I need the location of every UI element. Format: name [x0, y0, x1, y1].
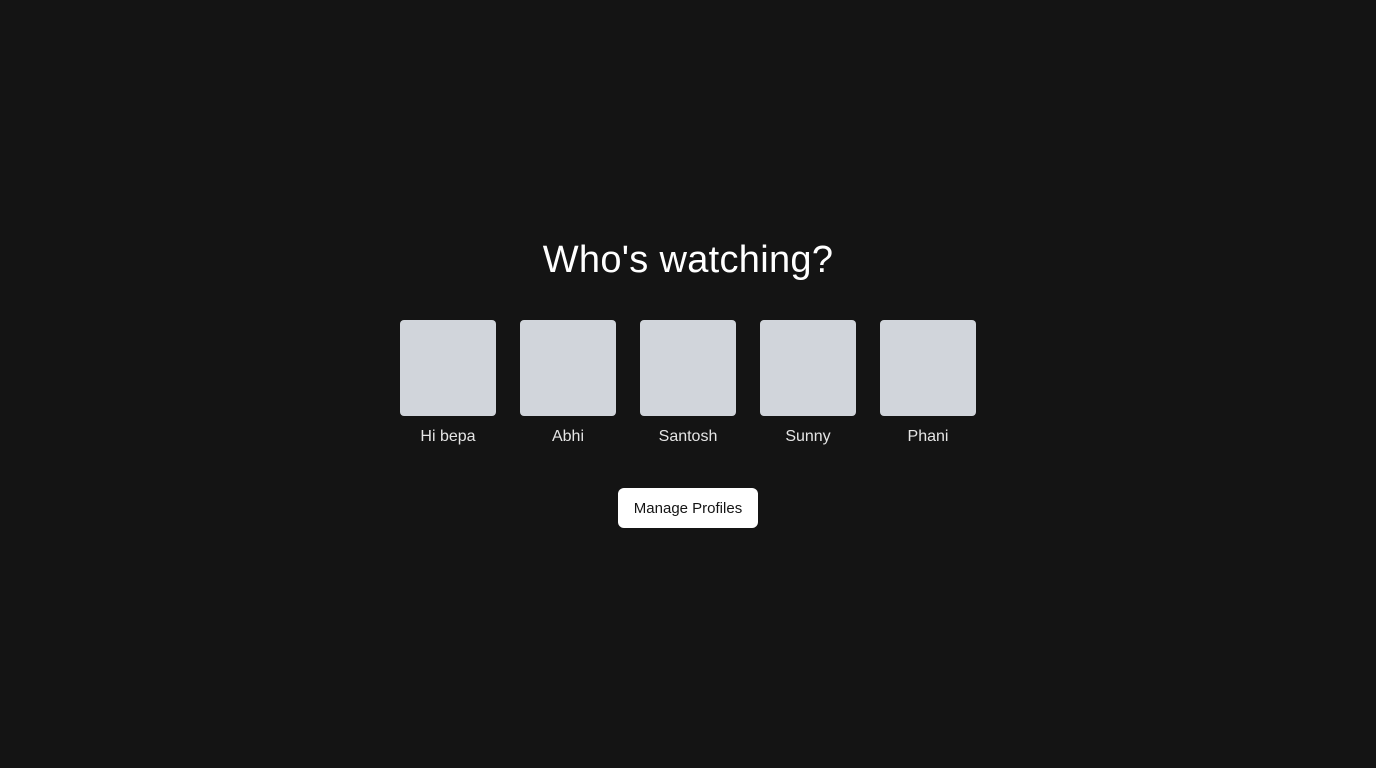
profile-avatar[interactable]	[520, 320, 616, 416]
profile-avatar[interactable]	[640, 320, 736, 416]
profile-name: Hi bepa	[420, 428, 476, 445]
profile-card[interactable]: Abhi	[520, 320, 616, 447]
profile-avatar[interactable]	[880, 320, 976, 416]
profile-selection-screen: Who's watching? Hi bepa Abhi Santosh Sun…	[0, 0, 1376, 768]
profile-name: Sunny	[785, 428, 831, 445]
profile-name: Phani	[907, 428, 949, 445]
profile-list: Hi bepa Abhi Santosh Sunny Phani	[400, 320, 976, 447]
page-title: Who's watching?	[542, 239, 834, 281]
profile-avatar[interactable]	[760, 320, 856, 416]
profile-name: Abhi	[551, 428, 585, 445]
profile-card[interactable]: Sunny	[760, 320, 856, 447]
profile-name: Santosh	[658, 428, 718, 445]
profile-avatar[interactable]	[400, 320, 496, 416]
profile-card[interactable]: Phani	[880, 320, 976, 447]
profile-card[interactable]: Hi bepa	[400, 320, 496, 447]
profile-card[interactable]: Santosh	[640, 320, 736, 447]
manage-profiles-button[interactable]: Manage Profiles	[618, 488, 758, 528]
